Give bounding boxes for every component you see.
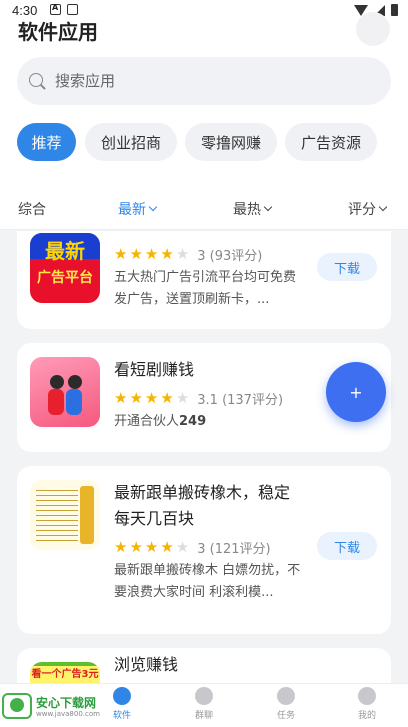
category-chip-recommend[interactable]: 推荐 — [17, 123, 76, 161]
rating-stars: ★ ★ ★ ★ ★ 3 (93评分) — [114, 245, 263, 265]
nav-item-software[interactable]: 软件 — [97, 687, 147, 721]
sort-tab-hottest[interactable]: 最热 — [233, 199, 273, 219]
app-card[interactable]: 看一个广告3元 浏览赚钱 — [17, 648, 391, 683]
app-store-icon — [113, 687, 131, 705]
download-button[interactable]: 下载 — [317, 253, 377, 281]
star-icon: ★ — [114, 389, 128, 407]
app-icon-text: 最新 — [45, 239, 85, 263]
notification-square-icon — [67, 4, 78, 15]
chevron-down-icon — [378, 202, 388, 212]
chevron-down-icon — [263, 202, 273, 212]
rating-stars: ★ ★ ★ ★ ★ 3.1 (137评分) — [114, 389, 284, 409]
app-icon — [30, 480, 100, 550]
app-description: 最新跟单搬砖橡木 白嫖勿扰，不要浪费大家时间 利滚利模... — [114, 563, 301, 600]
app-name: 看短剧赚钱 — [114, 360, 195, 379]
sort-tab-newest[interactable]: 最新 — [118, 199, 158, 219]
task-icon — [277, 687, 295, 705]
sort-tab-rating[interactable]: 评分 — [348, 199, 388, 219]
star-icon: ★ — [114, 245, 128, 263]
app-icon-text: 看一个广告3元 — [30, 666, 100, 683]
app-icon: 最新 广告平台 — [30, 233, 100, 303]
star-icon: ★ — [175, 538, 190, 556]
star-icon: ★ — [175, 389, 190, 407]
category-chip-business[interactable]: 创业招商 — [85, 123, 177, 161]
search-icon — [29, 73, 43, 87]
fab-button[interactable]: + — [326, 362, 386, 422]
watermark-url: www.java800.com — [36, 710, 100, 718]
app-card[interactable]: 最新 广告平台 ★ ★ ★ ★ ★ 3 (93评分) 五大热门广告引流平台均可免… — [17, 231, 391, 329]
rating-text: 3 (121评分) — [197, 542, 271, 557]
sort-bar: 综合 最新 最热 评分 — [0, 186, 408, 230]
avatar[interactable] — [356, 12, 390, 46]
app-icon: 看一个广告3元 — [30, 662, 100, 683]
app-icon — [30, 357, 100, 427]
rating-text: 3 (93评分) — [197, 249, 263, 264]
battery-icon — [391, 4, 398, 16]
star-icon: ★ — [144, 245, 159, 263]
star-icon: ★ — [160, 245, 174, 263]
star-icon: ★ — [129, 389, 143, 407]
star-icon: ★ — [160, 389, 174, 407]
star-icon: ★ — [129, 245, 143, 263]
star-icon: ★ — [129, 538, 143, 556]
rating-text: 3.1 (137评分) — [197, 393, 284, 408]
chevron-down-icon — [148, 202, 158, 212]
page-title: 软件应用 — [18, 20, 98, 44]
notification-a-icon — [50, 3, 61, 15]
star-icon: ★ — [144, 538, 159, 556]
nav-item-group-chat[interactable]: 群聊 — [179, 687, 229, 721]
watermark-brand: 安心下载网 — [36, 696, 97, 710]
watermark-logo-icon — [2, 693, 32, 719]
search-input[interactable] — [55, 57, 375, 105]
watermark: 安心下载网 www.java800.com — [2, 691, 102, 723]
star-icon: ★ — [144, 389, 159, 407]
nav-item-profile[interactable]: 我的 — [342, 687, 392, 721]
app-name: 最新跟单搬砖橡木，稳定每天几百块 — [114, 483, 291, 528]
category-chip-earn[interactable]: 零撸网赚 — [185, 123, 277, 161]
app-description: 五大热门广告引流平台均可免费发广告，送置顶刷新卡，... — [114, 270, 297, 307]
star-icon: ★ — [160, 538, 174, 556]
star-icon: ★ — [175, 245, 190, 263]
top-area: 4:30 软件应用 推荐 创业招商 零撸网赚 广告资源 — [0, 0, 408, 186]
star-icon: ★ — [114, 538, 128, 556]
rating-stars: ★ ★ ★ ★ ★ 3 (121评分) — [114, 538, 271, 558]
app-card[interactable]: 最新跟单搬砖橡木，稳定每天几百块 ★ ★ ★ ★ ★ 3 (121评分) 最新跟… — [17, 466, 391, 634]
sort-tab-overall[interactable]: 综合 — [18, 199, 46, 219]
app-name: 浏览赚钱 — [114, 655, 179, 674]
category-chip-ads[interactable]: 广告资源 — [285, 123, 377, 161]
app-description: 开通合伙人249 — [114, 414, 207, 429]
search-bar[interactable] — [17, 57, 391, 105]
app-list: 最新 广告平台 ★ ★ ★ ★ ★ 3 (93评分) 五大热门广告引流平台均可免… — [0, 231, 408, 683]
chat-icon — [195, 687, 213, 705]
app-icon-text: 广告平台 — [37, 270, 93, 286]
user-icon — [358, 687, 376, 705]
download-button[interactable]: 下载 — [317, 532, 377, 560]
nav-item-tasks[interactable]: 任务 — [261, 687, 311, 721]
